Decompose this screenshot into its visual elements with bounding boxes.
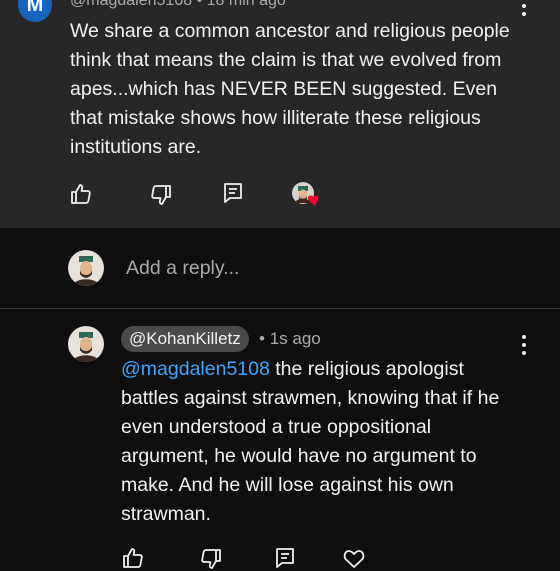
comment-text: We share a common ancestor and religious… (70, 20, 510, 158)
reply-body: the religious apologist battles against … (121, 358, 500, 525)
meta-separator: • (259, 329, 265, 348)
reply-icon[interactable] (221, 181, 245, 205)
user-avatar (68, 250, 104, 286)
reply-author-handle[interactable]: @KohanKilletz (121, 326, 249, 352)
reply-text: @magdalen5108 the religious apologist ba… (121, 355, 521, 529)
meta-separator: • (196, 0, 203, 9)
avatar[interactable]: M (18, 0, 52, 22)
reply-more-options-icon[interactable] (521, 335, 527, 357)
more-options-icon[interactable] (521, 0, 527, 18)
comment-author[interactable]: @magdalen5108 (70, 0, 192, 9)
creator-heart-icon (291, 181, 323, 209)
reply-box[interactable]: Add a reply... (0, 228, 560, 309)
reply-meta: • 1s ago (259, 329, 321, 349)
reply-dislike-icon[interactable] (199, 547, 223, 571)
like-icon[interactable] (69, 182, 93, 206)
reply-like-icon[interactable] (121, 546, 145, 570)
avatar-letter: M (26, 0, 44, 16)
reply-input[interactable]: Add a reply... (126, 257, 239, 280)
mention-link[interactable]: @magdalen5108 (121, 358, 270, 380)
comment-meta: @magdalen5108 • 18 min ago (70, 0, 286, 10)
reply-author-avatar[interactable] (68, 326, 104, 362)
parent-comment: M @magdalen5108 • 18 min ago We share a … (0, 0, 560, 228)
reply-time: 1s ago (269, 329, 321, 348)
dislike-icon[interactable] (149, 183, 173, 207)
heart-icon[interactable] (342, 546, 366, 570)
reply-reply-icon[interactable] (273, 546, 297, 570)
comment-time: 18 min ago (206, 0, 286, 9)
